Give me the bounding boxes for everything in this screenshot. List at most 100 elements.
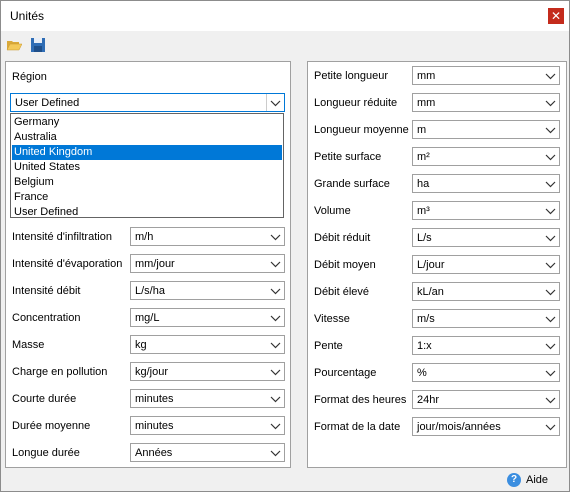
region-option[interactable]: United Kingdom	[12, 145, 282, 160]
left-unit-value-7: minutes	[135, 420, 174, 432]
right-unit-select-0[interactable]: mm	[412, 66, 560, 85]
right-label-10: Pente	[314, 340, 343, 352]
region-option[interactable]: United States	[12, 160, 282, 175]
right-unit-value-12: 24hr	[417, 394, 440, 406]
left-label-7: Durée moyenne	[12, 420, 91, 432]
right-label-2: Longueur moyenne	[314, 124, 409, 136]
right-panel: Petite longueur mm Longueur réduite mm Longu…	[307, 61, 567, 468]
right-label-8: Débit élevé	[314, 286, 370, 298]
region-select[interactable]: User Defined	[10, 93, 285, 112]
right-unit-select-3[interactable]: m²	[412, 147, 560, 166]
left-label-8: Longue durée	[12, 447, 80, 459]
left-unit-value-4: kg	[135, 339, 147, 351]
region-value: User Defined	[15, 97, 80, 109]
right-unit-value-6: L/s	[417, 232, 432, 244]
right-unit-value-9: m/s	[417, 313, 435, 325]
title-bar: Unités ✕	[1, 1, 569, 31]
right-unit-select-13[interactable]: jour/mois/années	[412, 417, 560, 436]
chevron-down-icon	[270, 342, 281, 349]
chevron-down-icon	[270, 450, 281, 457]
save-disk-icon[interactable]	[30, 37, 46, 53]
left-unit-value-6: minutes	[135, 393, 174, 405]
region-option[interactable]: User Defined	[12, 205, 282, 220]
chevron-down-icon	[545, 424, 556, 431]
left-unit-select-3[interactable]: mg/L	[130, 308, 285, 327]
left-unit-value-2: L/s/ha	[135, 285, 165, 297]
right-unit-select-8[interactable]: kL/an	[412, 282, 560, 301]
left-label-1: Intensité d'évaporation	[12, 258, 123, 270]
right-unit-select-12[interactable]: 24hr	[412, 390, 560, 409]
right-label-0: Petite longueur	[314, 70, 388, 82]
right-unit-select-1[interactable]: mm	[412, 93, 560, 112]
region-option[interactable]: Germany	[12, 115, 282, 130]
chevron-down-icon	[545, 343, 556, 350]
right-label-9: Vitesse	[314, 313, 350, 325]
right-label-7: Débit moyen	[314, 259, 376, 271]
right-label-4: Grande surface	[314, 178, 390, 190]
left-label-4: Masse	[12, 339, 45, 351]
right-unit-value-3: m²	[417, 151, 430, 163]
right-unit-value-1: mm	[417, 97, 436, 109]
chevron-down-icon	[545, 397, 556, 404]
toolbar	[1, 31, 569, 59]
chevron-down-icon	[270, 369, 281, 376]
right-unit-value-2: m	[417, 124, 427, 136]
left-label-3: Concentration	[12, 312, 81, 324]
chevron-down-icon	[545, 235, 556, 242]
right-unit-value-5: m³	[417, 205, 430, 217]
help-link[interactable]: ? Aide	[507, 473, 551, 489]
close-button[interactable]: ✕	[548, 8, 564, 24]
chevron-down-icon	[270, 261, 281, 268]
question-icon: ?	[507, 473, 521, 487]
chevron-down-icon	[545, 127, 556, 134]
region-option[interactable]: France	[12, 190, 282, 205]
region-option[interactable]: Australia	[12, 130, 282, 145]
left-unit-select-6[interactable]: minutes	[130, 389, 285, 408]
chevron-down-icon	[545, 316, 556, 323]
chevron-down-icon	[545, 289, 556, 296]
chevron-down-icon	[270, 315, 281, 322]
right-label-6: Débit réduit	[314, 232, 371, 244]
left-unit-select-1[interactable]: mm/jour	[130, 254, 285, 273]
right-label-1: Longueur réduite	[314, 97, 398, 109]
right-unit-select-4[interactable]: ha	[412, 174, 560, 193]
region-option[interactable]: Belgium	[12, 175, 282, 190]
right-unit-select-7[interactable]: L/jour	[412, 255, 560, 274]
left-unit-value-5: kg/jour	[135, 366, 169, 378]
help-label: Aide	[526, 474, 549, 486]
right-label-5: Volume	[314, 205, 351, 217]
left-unit-select-2[interactable]: L/s/ha	[130, 281, 285, 300]
region-dropdown-list[interactable]: Germany Australia United Kingdom United Sta…	[10, 113, 284, 218]
right-unit-select-6[interactable]: L/s	[412, 228, 560, 247]
left-unit-select-4[interactable]: kg	[130, 335, 285, 354]
chevron-down-icon	[545, 208, 556, 215]
chevron-down-icon	[270, 100, 281, 107]
right-unit-value-8: kL/an	[417, 286, 444, 298]
right-unit-select-5[interactable]: m³	[412, 201, 560, 220]
right-unit-select-11[interactable]: %	[412, 363, 560, 382]
right-unit-select-10[interactable]: 1:x	[412, 336, 560, 355]
left-unit-select-7[interactable]: minutes	[130, 416, 285, 435]
units-dialog: Unités ✕ Région User Defined Intensité d…	[0, 0, 570, 492]
chevron-down-icon	[545, 100, 556, 107]
left-unit-select-0[interactable]: m/h	[130, 227, 285, 246]
left-unit-select-8[interactable]: Années	[130, 443, 285, 462]
chevron-down-icon	[545, 73, 556, 80]
chevron-down-icon	[270, 423, 281, 430]
left-unit-value-3: mg/L	[135, 312, 160, 324]
left-label-0: Intensité d'infiltration	[12, 231, 112, 243]
folder-open-icon[interactable]	[6, 37, 22, 53]
window-title: Unités	[10, 9, 45, 23]
right-unit-select-2[interactable]: m	[412, 120, 560, 139]
right-unit-value-13: jour/mois/années	[417, 421, 501, 433]
left-unit-select-5[interactable]: kg/jour	[130, 362, 285, 381]
right-label-11: Pourcentage	[314, 367, 377, 379]
left-unit-value-0: m/h	[135, 231, 154, 243]
right-unit-value-0: mm	[417, 70, 436, 82]
right-unit-select-9[interactable]: m/s	[412, 309, 560, 328]
close-icon: ✕	[550, 9, 562, 23]
right-label-13: Format de la date	[314, 421, 401, 433]
chevron-down-icon	[545, 370, 556, 377]
chevron-down-icon	[270, 288, 281, 295]
chevron-down-icon	[545, 262, 556, 269]
